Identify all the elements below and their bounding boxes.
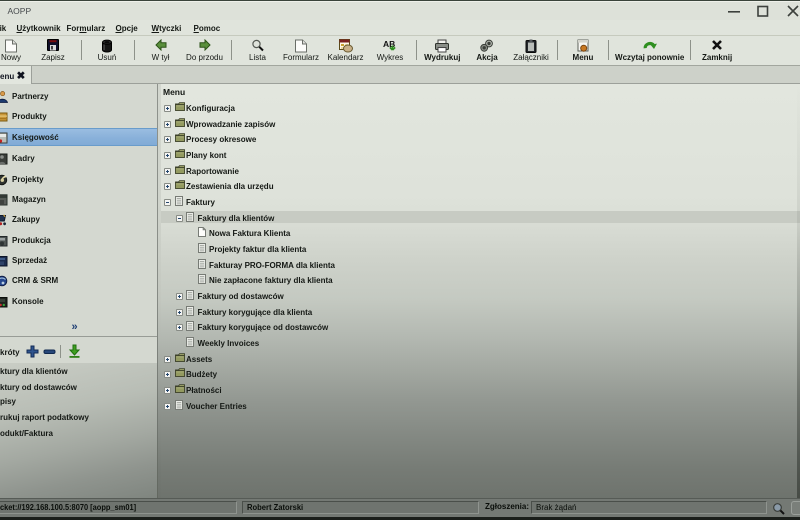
svg-text:AB: AB	[383, 39, 395, 49]
